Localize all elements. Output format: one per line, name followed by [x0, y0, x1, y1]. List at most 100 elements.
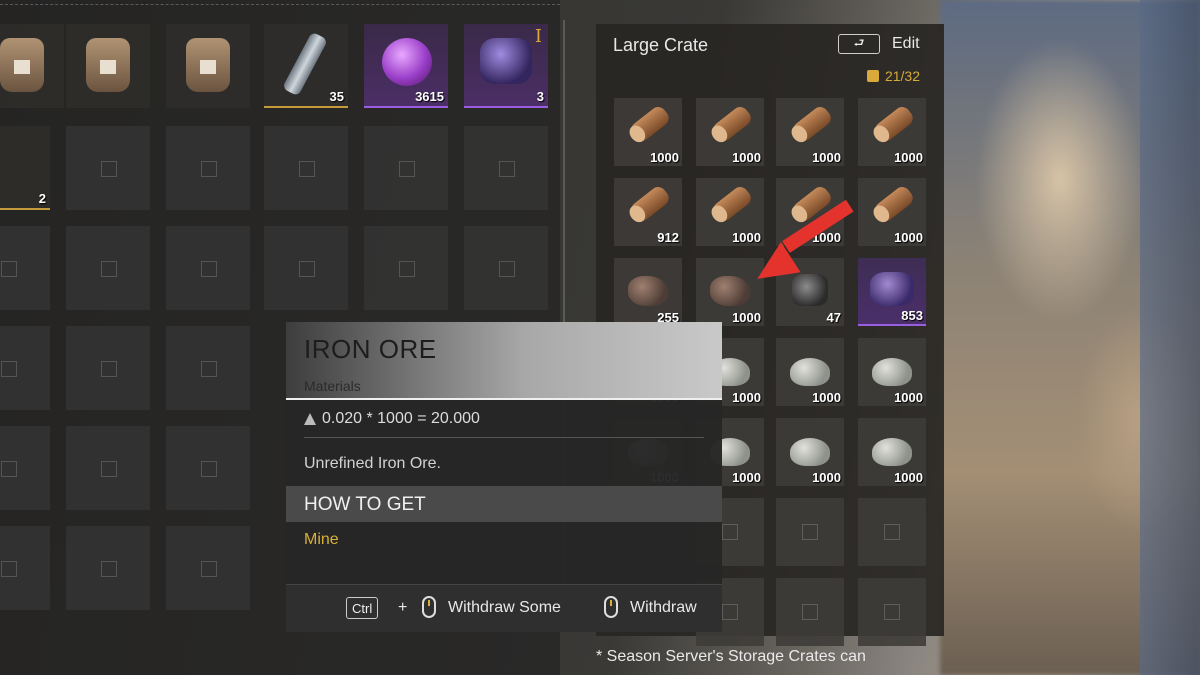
crate-slot[interactable]: 853 [858, 258, 926, 326]
inventory-slot[interactable] [166, 326, 250, 410]
item-quantity: 47 [826, 310, 841, 325]
item-quantity: 1000 [732, 310, 761, 325]
item-quantity: 35 [329, 89, 344, 104]
tier-mark: I [534, 26, 542, 47]
inventory-slot[interactable] [264, 226, 348, 310]
crate-slot[interactable]: 912 [614, 178, 682, 246]
inventory-slot[interactable] [166, 226, 250, 310]
crate-slot[interactable]: 1000 [776, 418, 844, 486]
inventory-slot[interactable] [464, 226, 548, 310]
inventory-slot[interactable] [264, 126, 348, 210]
item-quantity: 1000 [650, 150, 679, 165]
item-quantity: 1000 [732, 230, 761, 245]
inventory-slot[interactable] [0, 226, 50, 310]
item-quantity: 1000 [732, 470, 761, 485]
tooltip-divider [304, 437, 704, 438]
item-quantity: 2 [38, 191, 46, 206]
item-source: Mine [304, 531, 339, 548]
inventory-slot[interactable] [0, 426, 50, 510]
inventory-slot[interactable] [66, 226, 150, 310]
crate-capacity: 21/32 [866, 68, 920, 84]
log-icon [872, 103, 916, 145]
how-to-get-header: HOW TO GET [286, 486, 722, 522]
item-category: Materials [304, 378, 361, 394]
item-quantity: 3615 [415, 89, 444, 104]
log-icon [628, 183, 672, 225]
capacity-value: 21/32 [884, 68, 920, 84]
inventory-slot[interactable] [166, 426, 250, 510]
background-wall [1140, 0, 1200, 675]
crate-slot[interactable]: 1000 [858, 178, 926, 246]
mouse-icon [422, 596, 436, 618]
iron-ore-icon [628, 276, 668, 306]
inventory-slot[interactable] [0, 326, 50, 410]
inventory-slot[interactable]: 3615 [364, 24, 448, 108]
crate-slot[interactable]: 1000 [614, 98, 682, 166]
inventory-slot[interactable]: 35 [264, 24, 348, 108]
coal-icon [792, 274, 828, 306]
withdraw-some-button[interactable]: Withdraw Some [448, 599, 561, 617]
withdraw-button[interactable]: Withdraw [630, 599, 697, 617]
panel-divider-line [0, 4, 560, 5]
ctrl-key-icon: Ctrl [346, 597, 379, 619]
crate-slot[interactable]: 255 [614, 258, 682, 326]
crate-slot[interactable]: 1000 [858, 98, 926, 166]
crate-slot[interactable] [858, 578, 926, 646]
enter-key-icon: ⮐ [838, 34, 880, 54]
crate-slot[interactable]: 1000 [696, 98, 764, 166]
purple-orb-icon [382, 38, 432, 86]
log-icon [628, 103, 672, 145]
tooltip-actions: Ctrl + Withdraw Some Withdraw [286, 584, 722, 632]
inventory-slot[interactable] [464, 126, 548, 210]
stone-icon [872, 358, 912, 386]
inventory-slot[interactable] [166, 126, 250, 210]
inventory-slot[interactable] [66, 24, 150, 108]
inventory-slot[interactable]: 2 [0, 126, 50, 210]
item-quantity: 1000 [812, 470, 841, 485]
season-server-note: * Season Server's Storage Crates can [596, 648, 866, 665]
item-quantity: 853 [901, 308, 923, 323]
tooltip-header: IRON ORE Materials [286, 322, 722, 400]
crate-slot[interactable]: 1000 [776, 98, 844, 166]
inventory-slot[interactable] [166, 24, 250, 108]
edit-button[interactable]: Edit [892, 35, 920, 53]
item-quantity: 1000 [732, 390, 761, 405]
item-quantity: 3 [536, 89, 544, 104]
crate-slot[interactable] [776, 498, 844, 566]
crate-slot[interactable]: 1000 [858, 338, 926, 406]
inventory-slot[interactable] [364, 226, 448, 310]
stone-icon [790, 438, 830, 466]
log-icon [710, 103, 754, 145]
inventory-slot[interactable] [166, 526, 250, 610]
item-quantity: 1000 [894, 230, 923, 245]
iron-ore-icon [710, 276, 750, 306]
bag-icon [86, 38, 130, 92]
mouse-icon [604, 596, 618, 618]
inventory-slot[interactable] [66, 326, 150, 410]
crate-slot[interactable] [858, 498, 926, 566]
inventory-slot[interactable] [66, 426, 150, 510]
item-description: Unrefined Iron Ore. [304, 455, 441, 472]
item-quantity: 1000 [732, 150, 761, 165]
inventory-slot[interactable] [364, 126, 448, 210]
inventory-slot[interactable] [66, 526, 150, 610]
inventory-slot[interactable] [0, 24, 64, 108]
crate-slot[interactable]: 1000 [776, 338, 844, 406]
crate-slot[interactable]: 1000 [696, 178, 764, 246]
item-quantity: 1000 [894, 470, 923, 485]
item-name: IRON ORE [304, 334, 437, 364]
crystal-icon [480, 38, 532, 84]
weight-formula: 0.020 * 1000 = 20.000 [322, 410, 480, 427]
inventory-slot[interactable] [0, 526, 50, 610]
log-icon [790, 103, 834, 145]
inventory-slot[interactable]: I 3 [464, 24, 548, 108]
crate-slot[interactable]: 1000 [858, 418, 926, 486]
purple-ore-icon [870, 272, 914, 306]
crate-slot[interactable] [776, 578, 844, 646]
weight-icon [304, 413, 316, 425]
how-to-get-label: HOW TO GET [304, 494, 426, 515]
inventory-slot[interactable] [66, 126, 150, 210]
item-tooltip: IRON ORE Materials 0.020 * 1000 = 20.000… [286, 322, 722, 632]
log-icon [872, 183, 916, 225]
crate-title: Large Crate [613, 35, 709, 55]
